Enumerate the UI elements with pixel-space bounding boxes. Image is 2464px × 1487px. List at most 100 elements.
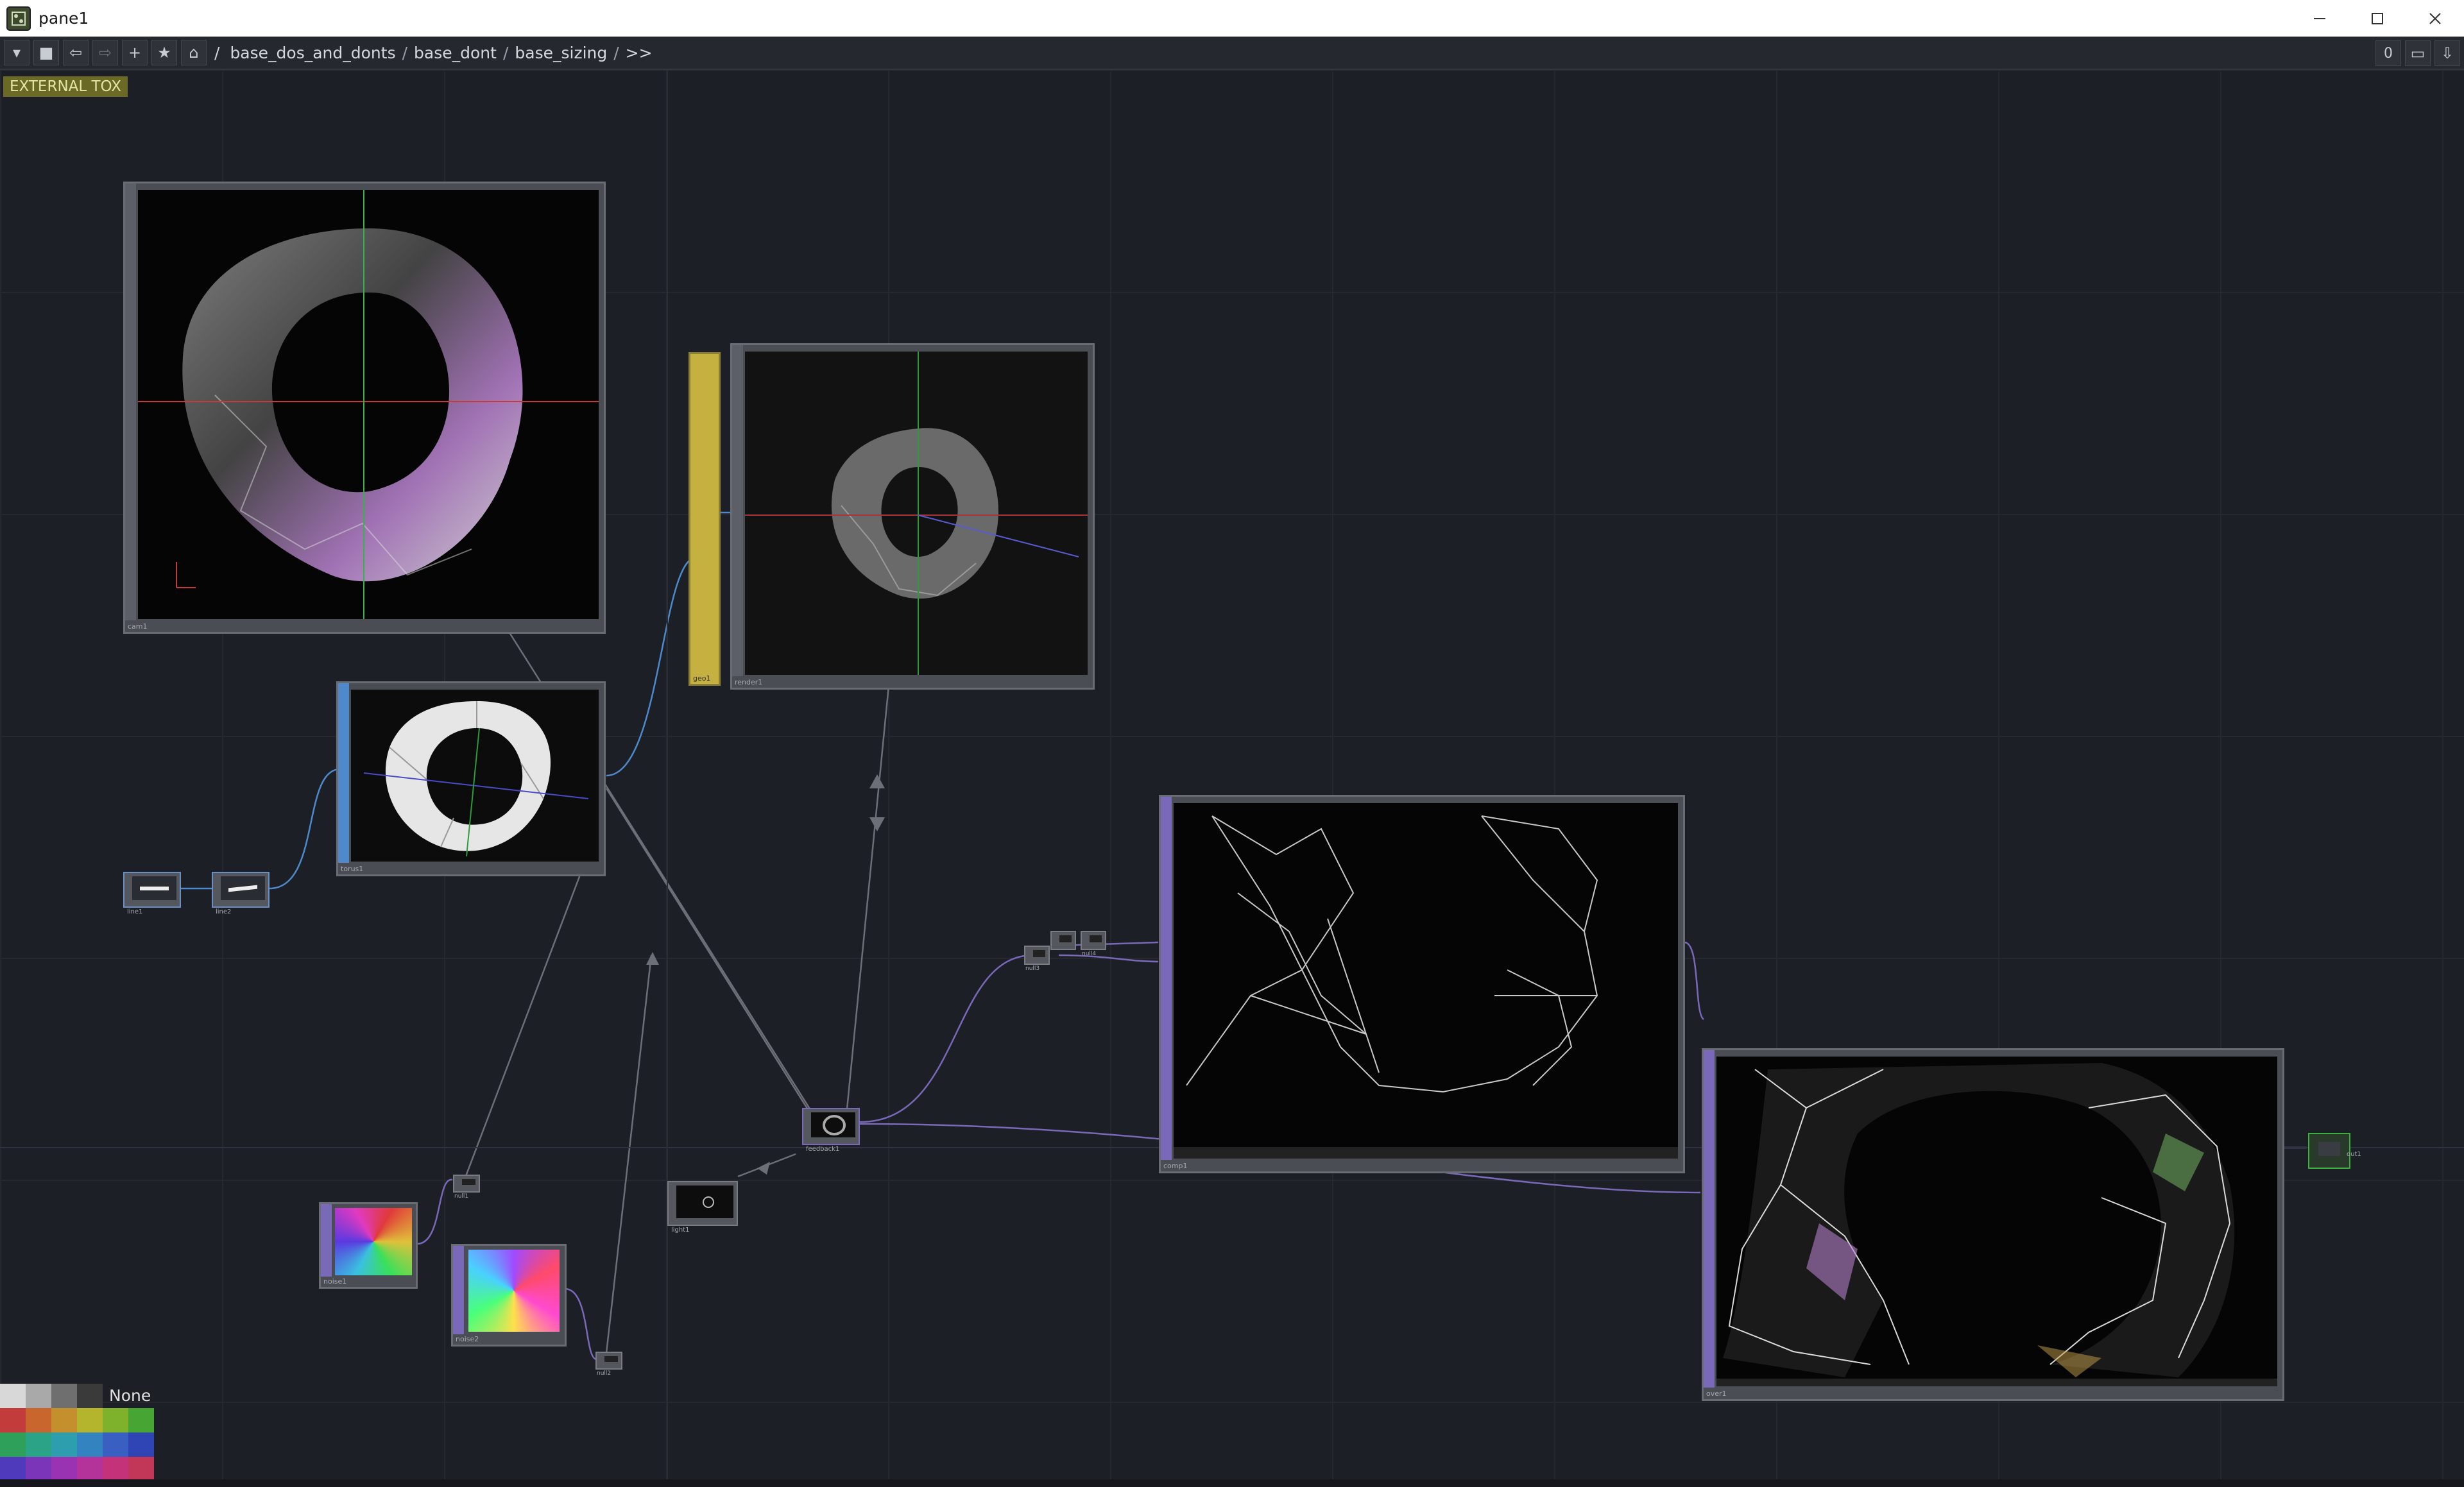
forward-button[interactable]: ⇨	[92, 40, 118, 65]
minimize-button[interactable]	[2291, 0, 2348, 37]
add-button[interactable]: +	[122, 40, 148, 65]
line-preview	[221, 876, 265, 900]
close-button[interactable]	[2406, 0, 2464, 37]
node-torus1[interactable]: torus1	[336, 681, 606, 876]
swatch[interactable]	[77, 1457, 103, 1481]
swatch[interactable]	[51, 1408, 77, 1432]
swatch[interactable]	[26, 1384, 51, 1408]
wire-torus1-geo1	[606, 556, 697, 777]
node-label: null4	[1082, 951, 1097, 957]
status-bar	[0, 1479, 2464, 1487]
breadcrumb-more[interactable]: >>	[626, 44, 653, 62]
node-line2[interactable]: line2	[212, 872, 270, 915]
right-tools: 0 ▭ ⇩	[2372, 40, 2460, 66]
wire-line2-torus1	[269, 768, 341, 890]
node-flags[interactable]	[1704, 1050, 1715, 1388]
wire-null4-comp1	[1058, 954, 1159, 963]
render1-viewer	[745, 352, 1088, 675]
node-line1[interactable]: line1	[123, 872, 181, 915]
bookmark-button[interactable]: ★	[151, 40, 177, 65]
node-label: null1	[454, 1193, 469, 1200]
node-out1[interactable]: out1	[2308, 1133, 2361, 1169]
noise1-preview	[335, 1208, 412, 1275]
breadcrumb-separator: /	[613, 43, 619, 62]
app-icon	[6, 6, 31, 31]
node-over1[interactable]: over1	[1702, 1048, 2284, 1401]
breadcrumb-base-sizing[interactable]: base_sizing	[515, 44, 607, 62]
swatch[interactable]	[26, 1457, 51, 1481]
swatch[interactable]	[103, 1408, 128, 1432]
null-preview	[604, 1356, 618, 1362]
breadcrumb-base-dont[interactable]: base_dont	[414, 44, 497, 62]
back-button[interactable]: ⇦	[63, 40, 89, 65]
swatch[interactable]	[51, 1457, 77, 1481]
swatch[interactable]	[0, 1384, 26, 1408]
swatch[interactable]	[0, 1432, 26, 1457]
node-label: null2	[597, 1370, 612, 1377]
home-button[interactable]: ⌂	[181, 40, 207, 65]
breadcrumb-base-dos-and-donts[interactable]: base_dos_and_donts	[230, 44, 395, 62]
node-null1[interactable]: null1	[453, 1175, 480, 1200]
node-label: cam1	[128, 622, 148, 631]
swatch[interactable]	[128, 1432, 154, 1457]
download-button[interactable]: ⇩	[2434, 40, 2460, 66]
node-null4b[interactable]: null4	[1081, 931, 1106, 957]
swatch[interactable]	[26, 1408, 51, 1432]
menu-dropdown-button[interactable]: ▾	[4, 40, 30, 65]
node-flags[interactable]	[338, 683, 349, 863]
node-flags[interactable]	[1161, 797, 1172, 1160]
node-flags[interactable]	[453, 1246, 464, 1334]
node-cam1[interactable]: cam1	[123, 182, 606, 634]
swatch[interactable]	[128, 1408, 154, 1432]
swatch[interactable]	[103, 1457, 128, 1481]
node-comp1[interactable]: comp1	[1159, 795, 1685, 1173]
palette-row-cool	[0, 1432, 154, 1457]
node-label: over1	[1706, 1389, 1727, 1398]
node-flags[interactable]	[732, 345, 743, 676]
node-geo1[interactable]: geo1	[689, 352, 721, 686]
node-label: torus1	[341, 865, 364, 873]
swatch[interactable]	[51, 1384, 77, 1408]
maximize-button[interactable]	[2348, 0, 2406, 37]
viewer-toggle-button[interactable]: ▭	[2405, 40, 2431, 66]
counter-field[interactable]: 0	[2375, 40, 2401, 66]
star-icon: ★	[157, 44, 171, 62]
network-editor[interactable]: EXTERNAL TOX cam1 geo1 render1 torus1 li…	[0, 70, 2464, 1487]
over1-viewer	[1716, 1057, 2277, 1386]
node-light1[interactable]: light1	[667, 1181, 738, 1234]
node-null3[interactable]: null3	[1024, 946, 1050, 972]
wire-comp1-over1	[1684, 941, 1704, 1021]
node-flags[interactable]	[125, 183, 136, 620]
node-label: render1	[735, 678, 763, 686]
node-noise1[interactable]: noise1	[319, 1202, 418, 1289]
swatch[interactable]	[0, 1408, 26, 1432]
stop-button[interactable]: ■	[33, 40, 59, 65]
node-null4[interactable]	[1050, 931, 1076, 950]
node-null2[interactable]: null2	[595, 1352, 622, 1377]
none-color-button[interactable]: None	[109, 1384, 151, 1408]
swatch[interactable]	[77, 1432, 103, 1457]
swatch[interactable]	[51, 1432, 77, 1457]
node-label: geo1	[693, 674, 711, 683]
node-feedback1[interactable]: feedback1	[802, 1108, 860, 1153]
home-icon: ⌂	[189, 44, 199, 62]
torus-render-image	[138, 190, 599, 619]
wireframe-composite-image	[1186, 815, 1598, 1093]
breadcrumb-separator: /	[502, 43, 509, 62]
node-noise2[interactable]: noise2	[451, 1244, 567, 1347]
null-preview	[1090, 935, 1102, 942]
node-flags[interactable]	[321, 1204, 332, 1277]
out-preview	[2318, 1142, 2340, 1156]
swatch[interactable]	[26, 1432, 51, 1457]
swatch[interactable]	[103, 1432, 128, 1457]
swatch[interactable]	[128, 1457, 154, 1481]
swatch[interactable]	[77, 1408, 103, 1432]
node-render1[interactable]: render1	[730, 343, 1095, 690]
color-palette: None	[0, 1384, 154, 1481]
swatch[interactable]	[0, 1457, 26, 1481]
swatch[interactable]	[77, 1384, 103, 1408]
title-bar: pane1	[0, 0, 2464, 37]
null-preview	[1059, 935, 1072, 942]
breadcrumb-root[interactable]: /	[214, 44, 219, 62]
comp1-viewer	[1174, 803, 1678, 1159]
